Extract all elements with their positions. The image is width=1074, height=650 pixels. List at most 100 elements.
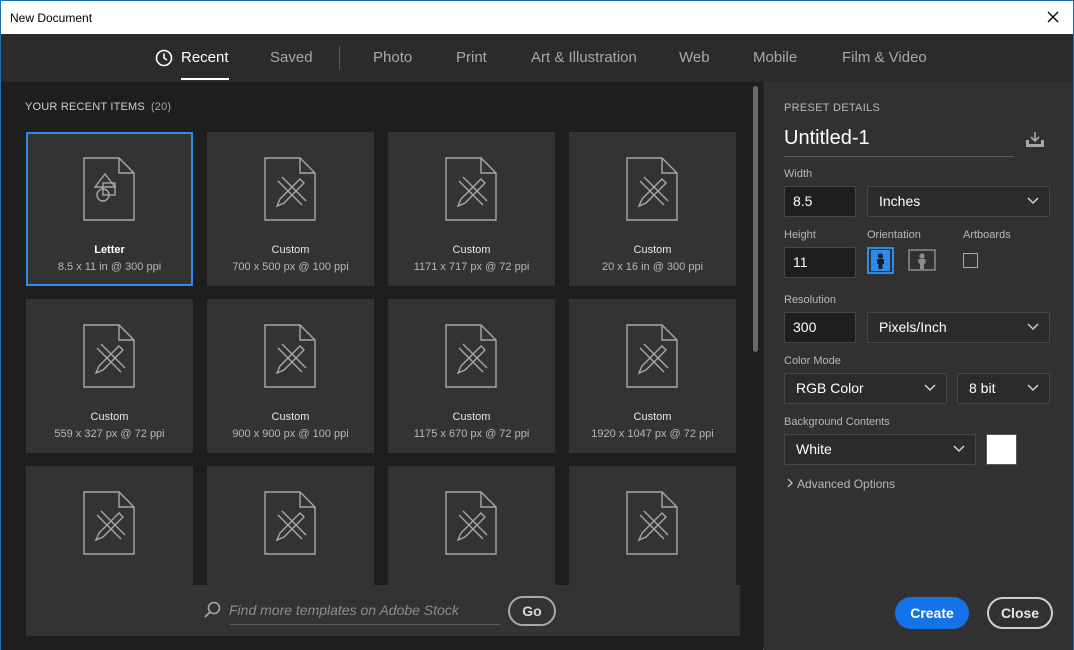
- color-mode-label: Color Mode: [784, 355, 841, 367]
- recent-items-scrollbar[interactable]: [753, 86, 758, 352]
- recent-item-card[interactable]: Custom 1171 x 717 px @ 72 ppi: [388, 132, 555, 286]
- recent-item-name: Custom: [452, 244, 491, 256]
- tab-recent[interactable]: Recent: [155, 34, 229, 82]
- adobe-stock-search-bar: Find more templates on Adobe Stock Go: [26, 585, 740, 636]
- recent-item-name: Custom: [633, 244, 672, 256]
- resolution-unit-select[interactable]: Pixels/Inch: [867, 312, 1050, 343]
- tab-recent-label: Recent: [181, 49, 229, 66]
- title-bar: New Document: [1, 1, 1073, 34]
- recent-item-dims: 1920 x 1047 px @ 72 ppi: [591, 428, 714, 440]
- document-pencil-ruler-icon: [264, 491, 316, 555]
- preset-details-panel: PRESET DETAILS Untitled-1 Width 8.5 Inch…: [764, 82, 1073, 650]
- recent-item-card[interactable]: Custom 559 x 327 px @ 72 ppi: [26, 299, 193, 453]
- recent-item-card[interactable]: Custom 1175 x 670 px @ 72 ppi: [388, 299, 555, 453]
- recent-item-dims: 1175 x 670 px @ 72 ppi: [413, 428, 530, 440]
- bit-depth-select[interactable]: 8 bit: [957, 373, 1050, 404]
- window-close-icon[interactable]: [1043, 7, 1063, 27]
- document-name-input[interactable]: Untitled-1: [784, 127, 1014, 157]
- height-label: Height: [784, 229, 816, 241]
- background-contents-value: White: [796, 441, 832, 457]
- recent-item-name: Custom: [271, 411, 310, 423]
- preset-details-title: PRESET DETAILS: [784, 102, 881, 114]
- document-shapes-icon: [83, 157, 135, 221]
- active-tab-indicator: [181, 78, 229, 80]
- landscape-icon: [908, 249, 936, 271]
- recent-items-panel: YOUR RECENT ITEMS (20) Letter 8.5 x 11 in…: [1, 82, 763, 650]
- go-button[interactable]: Go: [508, 596, 556, 626]
- tab-film-video[interactable]: Film & Video: [842, 34, 927, 82]
- clock-icon: [155, 49, 173, 67]
- tab-mobile[interactable]: Mobile: [753, 34, 797, 82]
- background-contents-select[interactable]: White: [784, 434, 976, 465]
- advanced-options-label: Advanced Options: [797, 477, 896, 491]
- category-tabs: Recent Saved Photo Print Art & Illustrat…: [1, 34, 1073, 82]
- recent-item-name: Custom: [90, 411, 129, 423]
- orientation-label: Orientation: [867, 229, 921, 241]
- document-pencil-ruler-icon: [83, 324, 135, 388]
- width-unit-select[interactable]: Inches: [867, 186, 1050, 217]
- recent-item-name: Custom: [452, 411, 491, 423]
- recent-item-card[interactable]: Letter 8.5 x 11 in @ 300 ppi: [26, 132, 193, 286]
- recent-items-header: YOUR RECENT ITEMS (20): [25, 101, 171, 113]
- tab-saved[interactable]: Saved: [270, 34, 313, 82]
- artboards-checkbox[interactable]: [963, 253, 978, 268]
- document-pencil-ruler-icon: [264, 324, 316, 388]
- create-button[interactable]: Create: [895, 597, 969, 629]
- background-contents-label: Background Contents: [784, 416, 890, 428]
- stock-search-input[interactable]: Find more templates on Adobe Stock: [229, 599, 500, 625]
- artboards-label: Artboards: [963, 229, 1011, 241]
- document-pencil-ruler-icon: [626, 491, 678, 555]
- close-button[interactable]: Close: [987, 597, 1053, 629]
- resolution-label: Resolution: [784, 294, 836, 306]
- landscape-orientation-button[interactable]: [908, 248, 936, 275]
- document-pencil-ruler-icon: [445, 491, 497, 555]
- recent-item-card[interactable]: Custom 700 x 500 px @ 100 ppi: [207, 132, 374, 286]
- height-input[interactable]: 11: [784, 247, 856, 278]
- save-preset-icon[interactable]: [1024, 131, 1046, 149]
- advanced-options-toggle[interactable]: Advanced Options: [786, 477, 895, 491]
- search-icon: [204, 601, 221, 618]
- document-pencil-ruler-icon: [626, 324, 678, 388]
- recent-item-name: Custom: [271, 244, 310, 256]
- recent-items-title: YOUR RECENT ITEMS: [25, 101, 145, 113]
- tab-photo[interactable]: Photo: [373, 34, 412, 82]
- portrait-icon: [871, 250, 890, 271]
- recent-item-card[interactable]: Custom 20 x 16 in @ 300 ppi: [569, 132, 736, 286]
- color-mode-value: RGB Color: [796, 380, 864, 396]
- recent-item-dims: 1171 x 717 px @ 72 ppi: [413, 261, 530, 273]
- chevron-down-icon: [953, 445, 965, 453]
- document-pencil-ruler-icon: [445, 157, 497, 221]
- color-mode-select[interactable]: RGB Color: [784, 373, 947, 404]
- recent-items-count: (20): [150, 101, 172, 113]
- document-pencil-ruler-icon: [264, 157, 316, 221]
- recent-item-dims: 559 x 327 px @ 72 ppi: [54, 428, 165, 440]
- chevron-down-icon: [1027, 197, 1039, 205]
- width-label: Width: [784, 168, 813, 180]
- tab-art-illustration[interactable]: Art & Illustration: [531, 34, 637, 82]
- tab-print[interactable]: Print: [456, 34, 487, 82]
- width-unit-value: Inches: [879, 193, 921, 209]
- background-color-swatch[interactable]: [986, 434, 1017, 465]
- recent-item-dims: 700 x 500 px @ 100 ppi: [232, 261, 349, 273]
- recent-item-dims: 20 x 16 in @ 300 ppi: [601, 261, 704, 273]
- recent-item-name: Letter: [94, 244, 125, 256]
- recent-item-dims: 8.5 x 11 in @ 300 ppi: [57, 261, 162, 273]
- chevron-down-icon: [1027, 384, 1039, 392]
- chevron-down-icon: [1027, 323, 1039, 331]
- document-pencil-ruler-icon: [445, 324, 497, 388]
- window-title: New Document: [10, 11, 93, 25]
- recent-item-card[interactable]: Custom 1920 x 1047 px @ 72 ppi: [569, 299, 736, 453]
- document-pencil-ruler-icon: [626, 157, 678, 221]
- recent-item-name: Custom: [633, 411, 672, 423]
- chevron-down-icon: [924, 384, 936, 392]
- recent-item-card[interactable]: Custom 900 x 900 px @ 100 ppi: [207, 299, 374, 453]
- recent-item-dims: 900 x 900 px @ 100 ppi: [232, 428, 349, 440]
- bit-depth-value: 8 bit: [969, 380, 996, 396]
- tab-web[interactable]: Web: [679, 34, 710, 82]
- resolution-unit-value: Pixels/Inch: [879, 319, 947, 335]
- new-document-dialog: New Document Recent Saved Photo Print Ar…: [0, 0, 1074, 650]
- chevron-right-icon: [787, 478, 793, 488]
- portrait-orientation-button[interactable]: [867, 247, 894, 274]
- resolution-input[interactable]: 300: [784, 312, 856, 343]
- width-input[interactable]: 8.5: [784, 186, 856, 217]
